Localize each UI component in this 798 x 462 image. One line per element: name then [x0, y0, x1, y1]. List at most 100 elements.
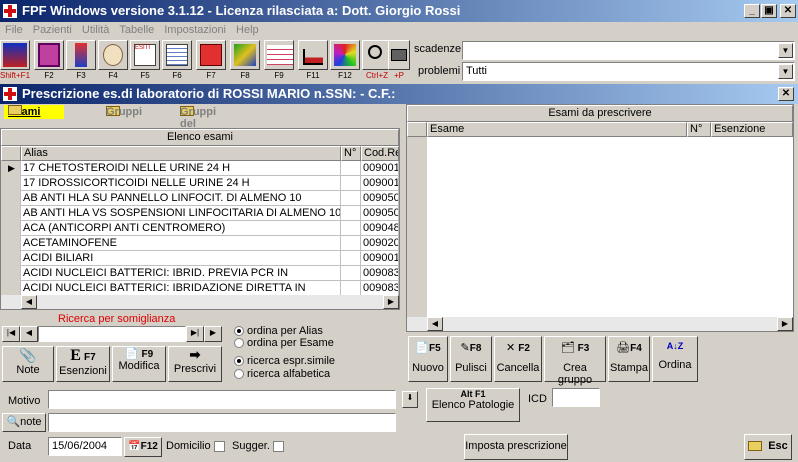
elenco-patologie-button[interactable]: Alt F1 Elenco Patologie	[426, 388, 520, 422]
row-selector[interactable]	[1, 221, 21, 236]
menu-impostazioni[interactable]: Impostazioni	[159, 22, 231, 38]
modifica-button[interactable]: 📄 F9 Modifica	[112, 346, 166, 382]
order-alias-radio[interactable]: ordina per Alias	[234, 325, 323, 337]
prescrivi-button[interactable]: ➡ Prescrivi	[168, 346, 222, 382]
search-alpha-radio[interactable]: ricerca alfabetica	[234, 368, 330, 380]
tab-esami[interactable]: Esami	[4, 105, 65, 119]
menu-pazienti[interactable]: Pazienti	[28, 22, 77, 38]
last-record-icon[interactable]: ▶	[204, 326, 222, 342]
note-input[interactable]	[48, 413, 396, 432]
note-field-button[interactable]: 🔍note	[2, 413, 46, 432]
esenzioni-button[interactable]: E F7 Esenzioni	[56, 346, 110, 382]
sugger-checkbox[interactable]: Sugger.	[232, 440, 284, 452]
toolbar-print-button[interactable]	[388, 40, 410, 70]
motivo-dropdown-icon[interactable]: ⬇	[402, 391, 418, 408]
first-record-icon[interactable]: |◀	[2, 326, 20, 342]
figure-icon	[75, 43, 87, 67]
folder-icon	[8, 105, 22, 115]
row-pointer-icon[interactable]: ▶	[1, 161, 21, 176]
table-icon	[267, 45, 293, 65]
maximize-button[interactable]: ▣	[761, 4, 777, 18]
horizontal-scrollbar[interactable]: ◀ ▶	[407, 317, 793, 331]
toolbar-card-button[interactable]	[34, 40, 64, 70]
close-button[interactable]: ✕	[780, 4, 796, 18]
menu-file[interactable]: File	[0, 22, 28, 38]
table-row[interactable]: AB ANTI HLA VS SOSPENSIONI LINFOCITARIA …	[1, 206, 399, 221]
stampa-key: F4	[630, 343, 642, 354]
ordina-button[interactable]: A↓Z Ordina	[652, 336, 698, 382]
pulisci-button[interactable]: ✎F8 Pulisci	[450, 336, 492, 382]
esc-button[interactable]: Esc	[744, 434, 792, 460]
table-row[interactable]: ACIDI NUCLEICI BATTERICI: IBRID. PREVIA …	[1, 266, 399, 281]
stampa-button[interactable]: 🖨F4 Stampa	[608, 336, 650, 382]
crea-gruppo-button[interactable]: 🗂 F3 Crea gruppo	[544, 336, 606, 386]
table-row[interactable]: ACA (ANTICORPI ANTI CENTROMERO) 009048	[1, 221, 399, 236]
imposta-prescrizione-button[interactable]: Imposta prescrizione	[464, 434, 568, 460]
row-selector[interactable]	[1, 281, 21, 296]
toolbar-key-label: F9	[274, 71, 284, 80]
radio-on-icon	[234, 326, 244, 337]
row-selector-header	[1, 146, 21, 161]
search-input[interactable]	[38, 326, 186, 342]
row-selector[interactable]	[1, 191, 21, 206]
row-selector[interactable]	[1, 176, 21, 191]
scroll-left-icon[interactable]: ◀	[427, 317, 443, 331]
table-row[interactable]: ▶ 17 CHETOSTEROIDI NELLE URINE 24 H 009001	[1, 161, 399, 176]
menu-tabelle[interactable]: Tabelle	[114, 22, 159, 38]
cancella-button[interactable]: ✕ F2 Cancella	[494, 336, 542, 382]
menu-help[interactable]: Help	[231, 22, 264, 38]
menu-utilita[interactable]: Utilità	[77, 22, 115, 38]
toolbar-chart-button[interactable]	[298, 40, 328, 70]
note-button[interactable]: 📎 Note	[2, 346, 54, 382]
toolbar-list-button[interactable]	[162, 40, 192, 70]
table-row[interactable]: ACIDI BILIARI 009001	[1, 251, 399, 266]
col-cod-header[interactable]: Cod.Re	[361, 146, 399, 161]
next-record-icon[interactable]: ▶|	[186, 326, 204, 342]
minimize-button[interactable]: _	[744, 4, 760, 18]
group-icon: 🗂	[560, 342, 575, 354]
order-esame-radio[interactable]: ordina per Esame	[234, 337, 334, 349]
col-n-header[interactable]: N°	[341, 146, 361, 161]
toolbar-patients-button[interactable]	[0, 40, 30, 70]
form-close-button[interactable]: ✕	[778, 87, 794, 101]
motivo-input[interactable]	[48, 390, 396, 409]
chevron-down-icon[interactable]: ▼	[778, 43, 793, 58]
col-esame-header[interactable]: Esame	[427, 122, 687, 137]
toolbar-lab-exams-button[interactable]: ESITI	[130, 40, 160, 70]
chevron-down-icon[interactable]: ▼	[778, 64, 793, 79]
domicilio-checkbox[interactable]: Domicilio	[166, 440, 225, 452]
toolbar-figure-button[interactable]	[66, 40, 96, 70]
problemi-combo[interactable]: Tutti ▼	[462, 62, 795, 81]
icd-input[interactable]	[552, 388, 600, 407]
toolbar-table-button[interactable]	[264, 40, 294, 70]
row-selector[interactable]	[1, 236, 21, 251]
nuovo-button-label: Nuovo	[412, 362, 444, 374]
toolbar-prescription-button[interactable]	[196, 40, 226, 70]
date-input[interactable]: 15/06/2004	[48, 437, 122, 456]
scroll-left-icon[interactable]: ◀	[21, 295, 37, 309]
scroll-right-icon[interactable]: ▶	[777, 317, 793, 331]
toolbar-tools-button[interactable]	[230, 40, 260, 70]
scadenze-combo[interactable]: ▼	[462, 41, 795, 60]
row-selector[interactable]	[1, 266, 21, 281]
nuovo-button[interactable]: 📄F5 Nuovo	[408, 336, 448, 382]
table-row[interactable]: ACETAMINOFENE 009020	[1, 236, 399, 251]
toolbar-palette-button[interactable]	[330, 40, 360, 70]
prev-record-icon[interactable]: ◀	[20, 326, 38, 342]
horizontal-scrollbar[interactable]: ◀ ▶	[1, 295, 399, 309]
col-esenzione-header[interactable]: Esenzione	[711, 122, 793, 137]
table-row[interactable]: 17 IDROSSICORTICOIDI NELLE URINE 24 H 009…	[1, 176, 399, 191]
cell-alias: ACETAMINOFENE	[21, 236, 341, 251]
modifica-button-label: Modifica	[118, 360, 160, 372]
calendar-button[interactable]: 📅F12	[124, 437, 162, 457]
table-row[interactable]: AB ANTI HLA SU PANNELLO LINFOCIT. DI ALM…	[1, 191, 399, 206]
toolbar-doctor-button[interactable]	[98, 40, 128, 70]
table-row[interactable]: ACIDI NUCLEICI BATTERICI: IBRIDAZIONE DI…	[1, 281, 399, 296]
search-similar-radio[interactable]: ricerca espr.simile	[234, 355, 335, 367]
form-title-bar: Prescrizione es.di laboratorio di ROSSI …	[0, 84, 798, 104]
scroll-right-icon[interactable]: ▶	[383, 295, 399, 309]
row-selector[interactable]	[1, 251, 21, 266]
row-selector[interactable]	[1, 206, 21, 221]
col-alias-header[interactable]: Alias	[21, 146, 341, 161]
col-n-header[interactable]: N°	[687, 122, 711, 137]
